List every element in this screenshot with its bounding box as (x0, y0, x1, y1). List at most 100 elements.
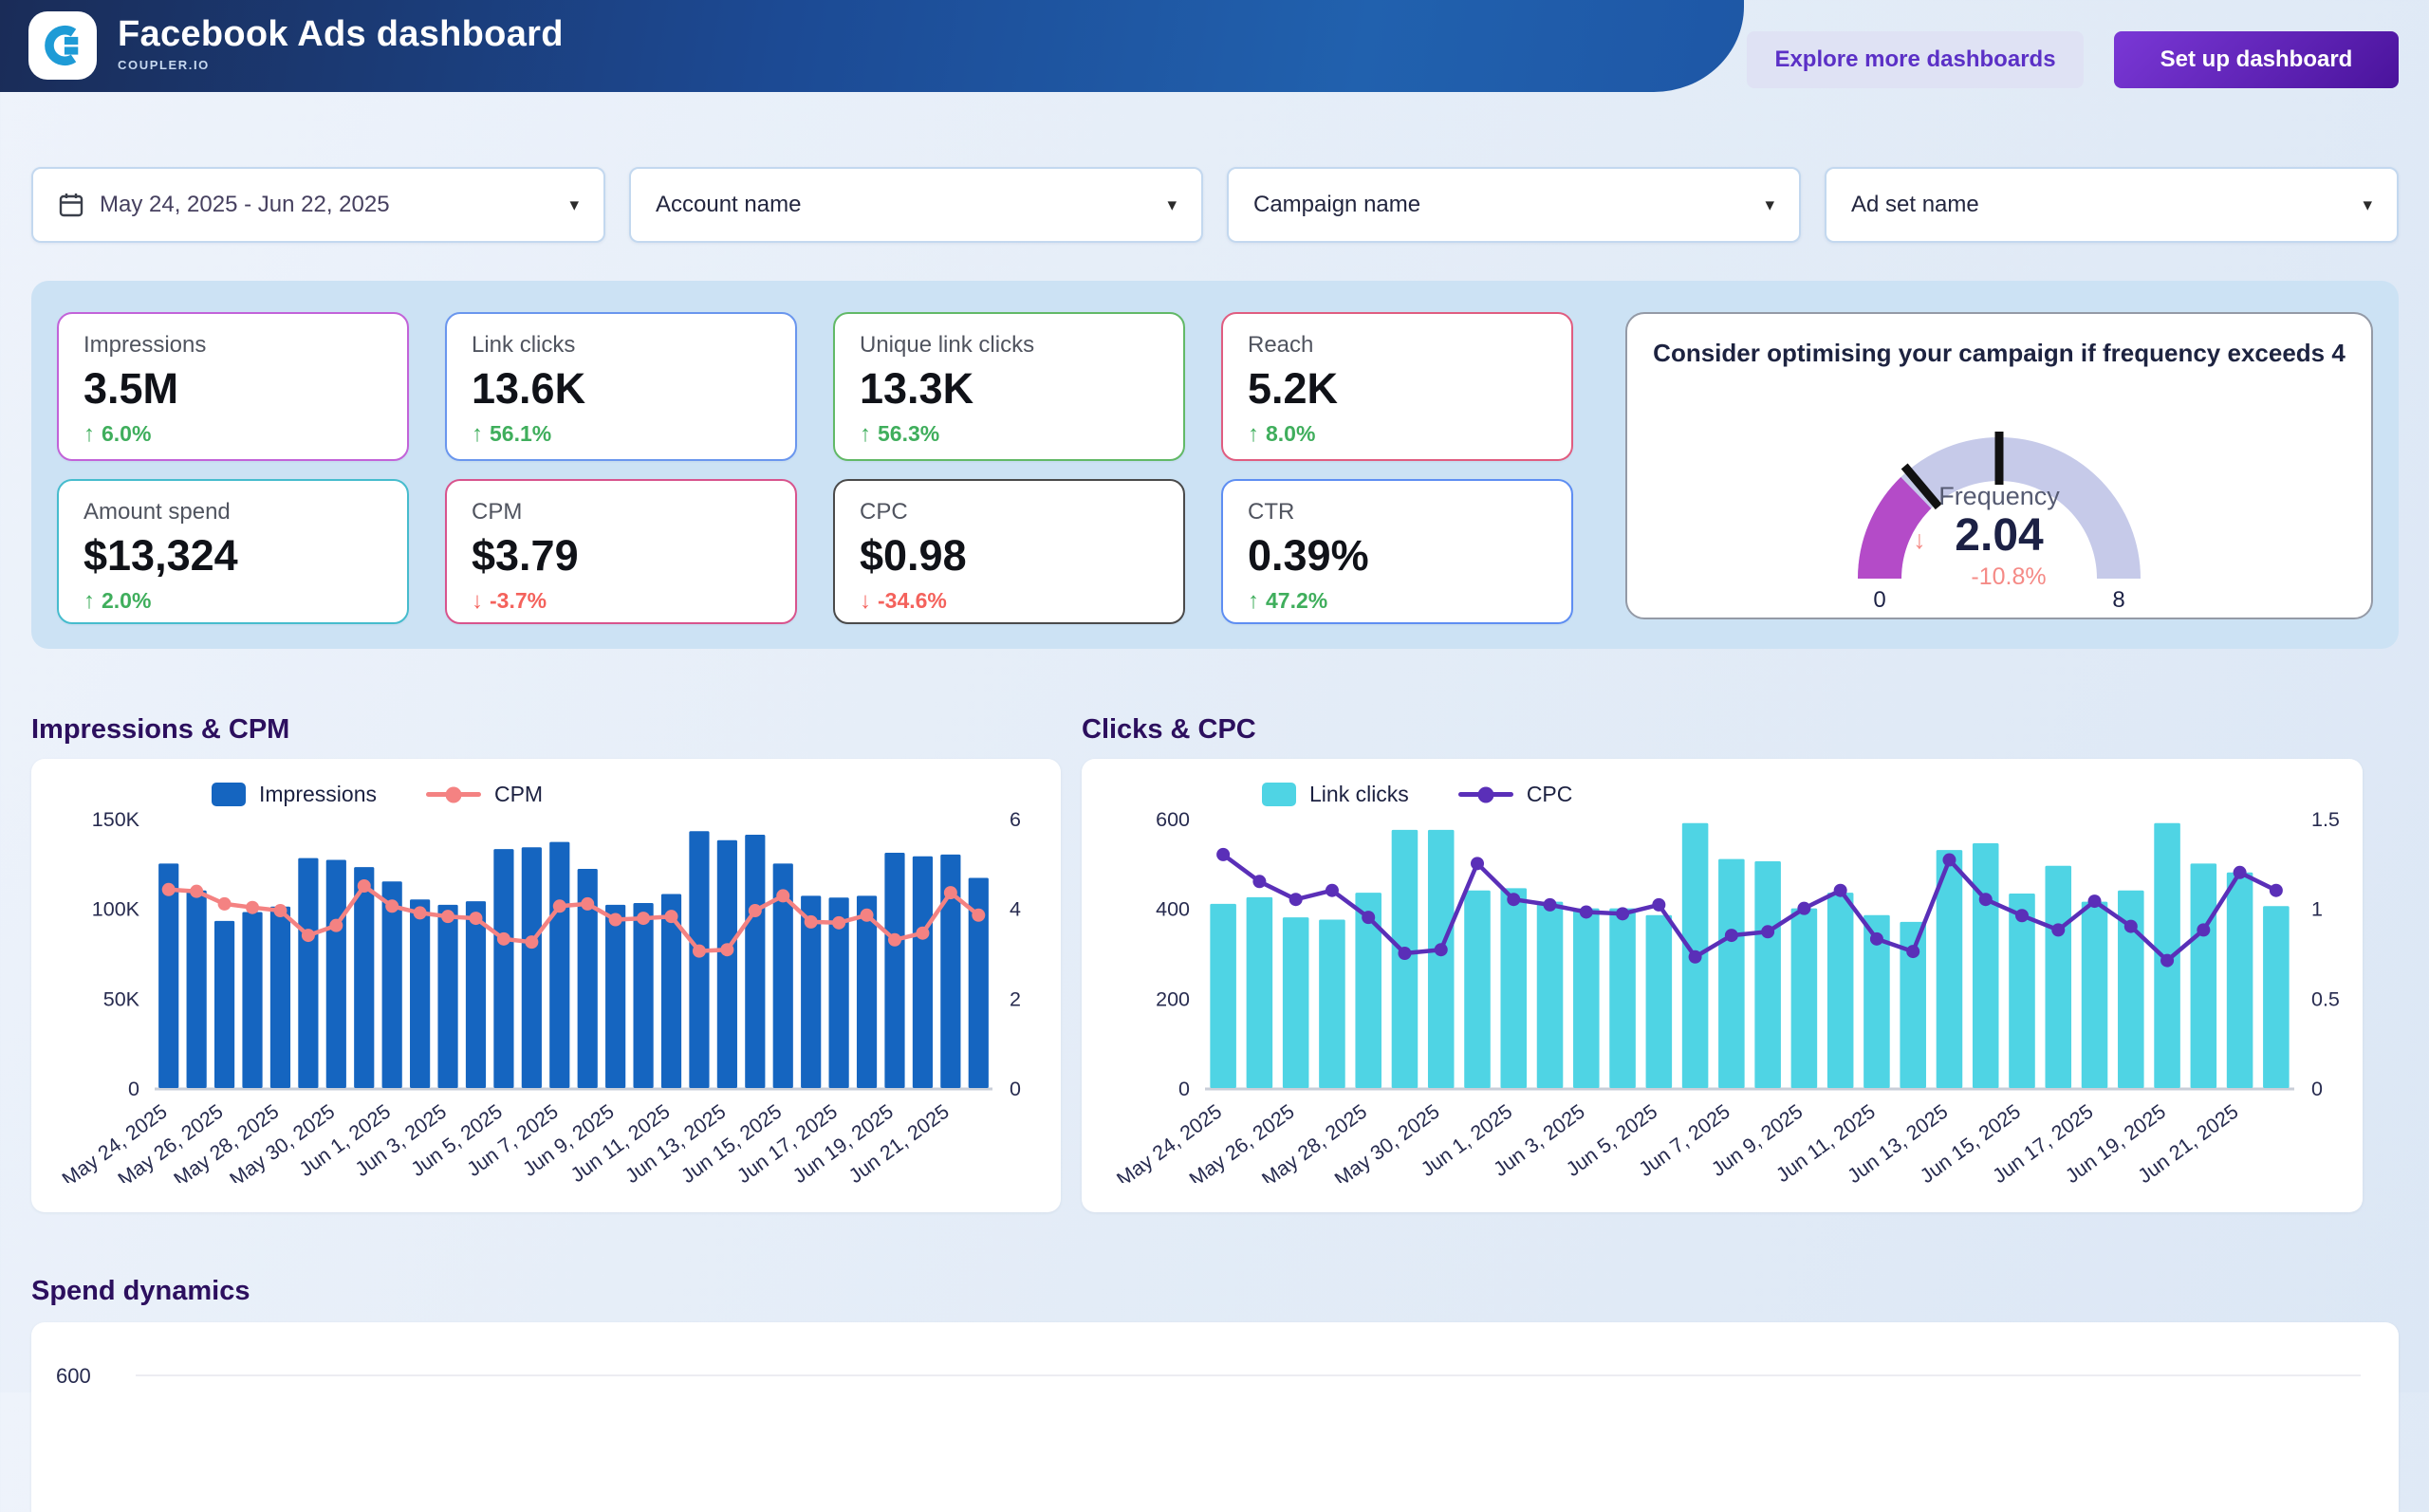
section-title-impressions-cpm: Impressions & CPM (31, 714, 289, 746)
spend-gridline (136, 1374, 2361, 1376)
chevron-down-icon: ▾ (1765, 194, 1774, 216)
ad-set-name-label: Ad set name (1851, 192, 1979, 218)
svg-text:-10.8%: -10.8% (1971, 563, 2046, 590)
kpi-value: 0.39% (1248, 532, 1547, 580)
kpi-value: 13.3K (860, 365, 1159, 413)
campaign-name-label: Campaign name (1253, 192, 1420, 218)
chevron-down-icon: ▾ (2363, 194, 2372, 216)
clicks-cpc-chart: 020040060000.511.5May 24, 2025May 26, 20… (1082, 807, 2363, 1183)
kpi-label: Impressions (83, 332, 382, 359)
kpi-change: ↓-34.6% (860, 588, 1159, 615)
trend-arrow-icon: ↑ (83, 588, 95, 615)
kpi-card-impressions: Impressions 3.5M ↑6.0% (57, 312, 409, 461)
frequency-gauge-card: Consider optimising your campaign if fre… (1625, 312, 2373, 619)
kpi-label: CTR (1248, 499, 1547, 526)
svg-text:0: 0 (1178, 1078, 1190, 1100)
svg-text:0: 0 (1010, 1078, 1021, 1100)
frequency-gauge: Frequency2.04 ↓ -10.8% 0 8 (1752, 368, 2246, 613)
kpi-label: Amount spend (83, 499, 382, 526)
svg-text:50K: 50K (103, 987, 140, 1010)
section-title-spend-dynamics: Spend dynamics (31, 1276, 250, 1307)
chevron-down-icon: ▾ (1167, 194, 1177, 216)
kpi-label: Link clicks (472, 332, 770, 359)
kpi-change: ↑2.0% (83, 588, 382, 615)
date-range-value: May 24, 2025 - Jun 22, 2025 (100, 192, 390, 218)
kpi-label: CPC (860, 499, 1159, 526)
kpi-card-cpc: CPC $0.98 ↓-34.6% (833, 479, 1185, 624)
kpi-card-reach: Reach 5.2K ↑8.0% (1221, 312, 1573, 461)
spend-y-tick: 600 (56, 1364, 91, 1389)
trend-arrow-icon: ↑ (860, 421, 871, 448)
kpi-label: Reach (1248, 332, 1547, 359)
account-name-label: Account name (656, 192, 801, 218)
clicks-cpc-legend: Link clicks CPC (1262, 759, 2363, 807)
kpi-label: CPM (472, 499, 770, 526)
svg-text:400: 400 (1156, 898, 1190, 921)
page-title: Facebook Ads dashboard (118, 14, 564, 55)
coupler-logo-icon (41, 24, 84, 67)
explore-dashboards-button[interactable]: Explore more dashboards (1747, 31, 2084, 88)
kpi-grid: Impressions 3.5M ↑6.0% Link clicks 13.6K… (57, 312, 1573, 624)
kpi-value: $13,324 (83, 532, 382, 580)
svg-text:0: 0 (2311, 1078, 2323, 1100)
kpi-card-link-clicks: Link clicks 13.6K ↑56.1% (445, 312, 797, 461)
kpi-value: 5.2K (1248, 365, 1547, 413)
section-title-clicks-cpc: Clicks & CPC (1082, 714, 1256, 746)
kpi-value: 3.5M (83, 365, 382, 413)
kpi-change: ↑8.0% (1248, 421, 1547, 448)
clicks-cpc-chart-card: Link clicks CPC 020040060000.511.5May 24… (1082, 759, 2363, 1212)
kpi-card-amount-spend: Amount spend $13,324 ↑2.0% (57, 479, 409, 624)
link-clicks-legend-swatch (1262, 783, 1296, 806)
ad-set-name-filter[interactable]: Ad set name ▾ (1825, 167, 2399, 243)
svg-text:100K: 100K (92, 898, 140, 921)
svg-text:0: 0 (128, 1078, 139, 1100)
coupler-logo (28, 11, 97, 80)
trend-arrow-icon: ↑ (472, 421, 483, 448)
kpi-change: ↑56.1% (472, 421, 770, 448)
svg-text:1: 1 (2311, 898, 2323, 921)
cpc-legend-label: CPC (1527, 782, 1573, 807)
link-clicks-legend-label: Link clicks (1309, 782, 1409, 807)
trend-arrow-icon: ↑ (1248, 588, 1259, 615)
impressions-cpm-legend: Impressions CPM (212, 759, 1061, 807)
impressions-cpm-chart: 050K100K150K0246May 24, 2025May 26, 2025… (31, 807, 1061, 1183)
trend-arrow-icon: ↓ (860, 588, 871, 615)
setup-dashboard-button[interactable]: Set up dashboard (2114, 31, 2399, 88)
chevron-down-icon: ▾ (569, 194, 579, 216)
date-range-filter[interactable]: May 24, 2025 - Jun 22, 2025 ▾ (31, 167, 605, 243)
header-title-block: Facebook Ads dashboard COUPLER.IO (118, 14, 564, 72)
svg-text:0.5: 0.5 (2311, 987, 2340, 1010)
kpi-value: 13.6K (472, 365, 770, 413)
svg-text:150K: 150K (92, 808, 140, 831)
svg-text:2: 2 (1010, 987, 1021, 1010)
kpi-change: ↑56.3% (860, 421, 1159, 448)
svg-text:Frequency: Frequency (1938, 482, 2060, 510)
kpi-label: Unique link clicks (860, 332, 1159, 359)
filter-bar: May 24, 2025 - Jun 22, 2025 ▾ Account na… (31, 167, 2399, 243)
trend-arrow-icon: ↑ (1248, 421, 1259, 448)
kpi-change: ↑6.0% (83, 421, 382, 448)
cpm-legend-label: CPM (494, 782, 543, 807)
brand-subtitle: COUPLER.IO (118, 58, 564, 72)
impressions-cpm-chart-card: Impressions CPM 050K100K150K0246May 24, … (31, 759, 1061, 1212)
svg-text:600: 600 (1156, 808, 1190, 831)
svg-text:1.5: 1.5 (2311, 808, 2340, 831)
calendar-icon (58, 192, 84, 218)
gauge-title: Consider optimising your campaign if fre… (1627, 339, 2371, 368)
svg-text:0: 0 (1873, 587, 1885, 613)
account-name-filter[interactable]: Account name ▾ (629, 167, 1203, 243)
dashboard-page: Facebook Ads dashboard COUPLER.IO Explor… (0, 0, 2429, 1392)
svg-text:↓: ↓ (1913, 526, 1926, 554)
trend-arrow-icon: ↑ (83, 421, 95, 448)
svg-text:6: 6 (1010, 808, 1021, 831)
kpi-card-cpm: CPM $3.79 ↓-3.7% (445, 479, 797, 624)
kpi-card-ctr: CTR 0.39% ↑47.2% (1221, 479, 1573, 624)
kpi-change: ↑47.2% (1248, 588, 1547, 615)
svg-text:2.04: 2.04 (1955, 510, 2044, 561)
campaign-name-filter[interactable]: Campaign name ▾ (1227, 167, 1801, 243)
kpi-panel: Impressions 3.5M ↑6.0% Link clicks 13.6K… (31, 281, 2399, 649)
spend-dynamics-chart-card: 600 (31, 1322, 2399, 1512)
trend-arrow-icon: ↓ (472, 588, 483, 615)
svg-text:200: 200 (1156, 987, 1190, 1010)
svg-text:8: 8 (2112, 587, 2124, 613)
